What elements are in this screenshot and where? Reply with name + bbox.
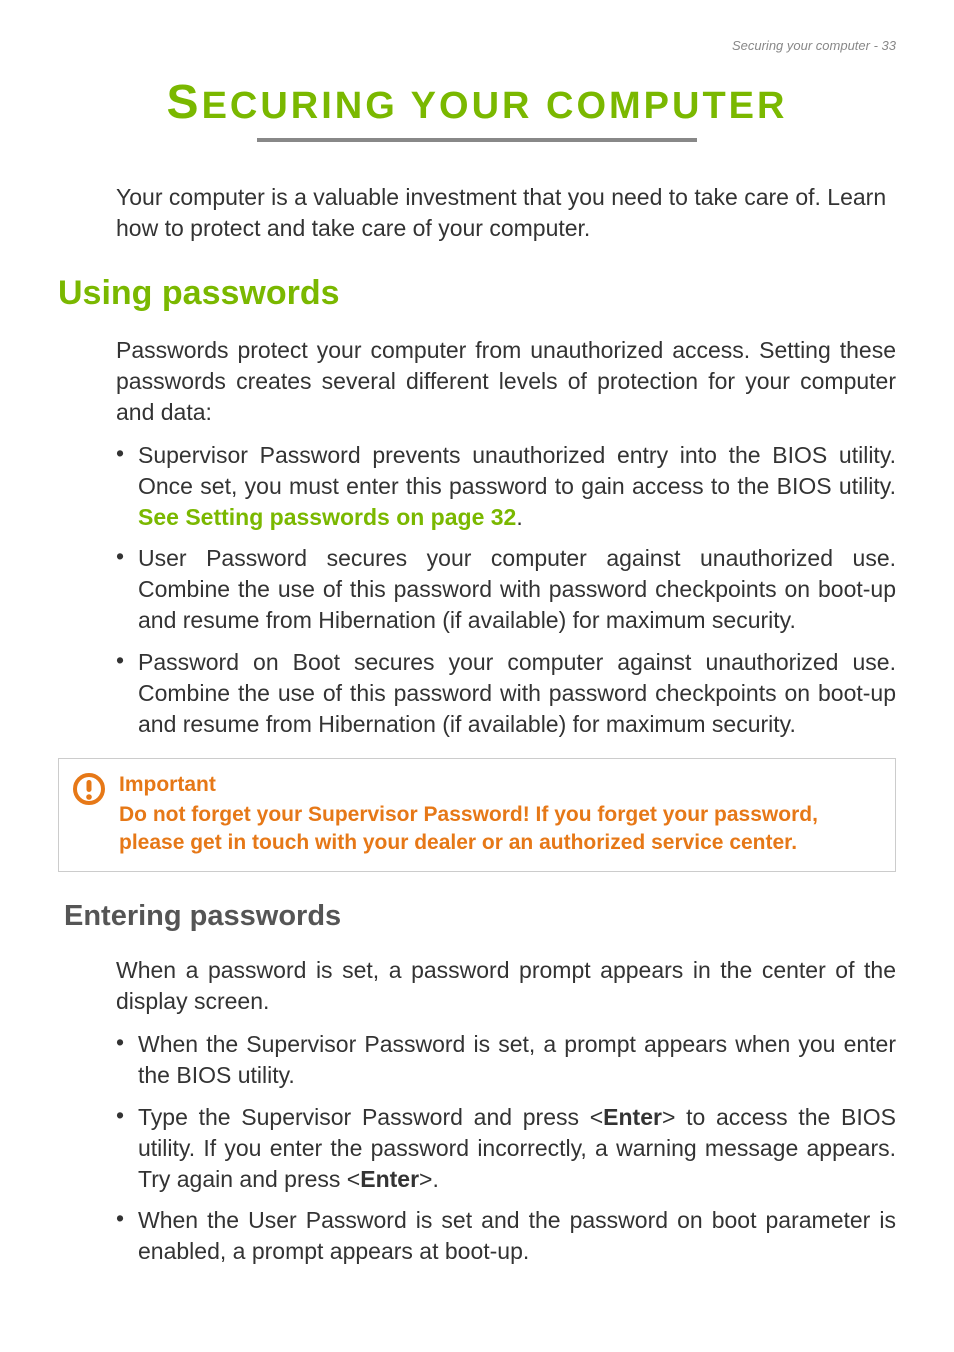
enter-key-label: Enter xyxy=(360,1166,419,1192)
list-item: • Type the Supervisor Password and press… xyxy=(116,1102,896,1195)
bullet-text: When the Supervisor Password is set, a p… xyxy=(138,1029,896,1091)
bullet-text: Supervisor Password prevents unauthorize… xyxy=(138,440,896,533)
title-first-letter: S xyxy=(167,76,202,129)
list-item: • User Password secures your computer ag… xyxy=(116,543,896,636)
list-item: • Supervisor Password prevents unauthori… xyxy=(116,440,896,533)
intro-paragraph: Your computer is a valuable investment t… xyxy=(116,182,896,244)
entering-passwords-heading: Entering passwords xyxy=(64,900,896,933)
bullet-text-pre: Supervisor Password prevents unauthorize… xyxy=(138,442,896,499)
bullet-marker: • xyxy=(116,1029,138,1091)
callout-title: Important xyxy=(119,773,879,797)
page-content: SECURING YOUR COMPUTER Your computer is … xyxy=(0,0,954,1267)
bullet-marker: • xyxy=(116,440,138,533)
bullet-marker: • xyxy=(116,1102,138,1195)
passwords-bullet-list: • Supervisor Password prevents unauthori… xyxy=(116,440,896,739)
list-item: • When the User Password is set and the … xyxy=(116,1205,896,1267)
warning-icon xyxy=(73,773,105,805)
bullet-text-pre: Type the Supervisor Password and press < xyxy=(138,1104,603,1130)
bullet-text: When the User Password is set and the pa… xyxy=(138,1205,896,1267)
entering-passwords-paragraph: When a password is set, a password promp… xyxy=(116,955,896,1017)
bullet-text: Password on Boot secures your computer a… xyxy=(138,647,896,740)
title-rest: ECURING YOUR COMPUTER xyxy=(202,85,788,127)
callout-text: Do not forget your Supervisor Password! … xyxy=(119,801,879,858)
enter-key-label: Enter xyxy=(603,1104,662,1130)
setting-passwords-link[interactable]: See Setting passwords on page 32 xyxy=(138,504,516,530)
important-callout: Important Do not forget your Supervisor … xyxy=(58,758,896,873)
title-underline xyxy=(257,138,697,142)
bullet-marker: • xyxy=(116,543,138,636)
list-item: • Password on Boot secures your computer… xyxy=(116,647,896,740)
bullet-text-post: . xyxy=(516,504,522,530)
page-header: Securing your computer - 33 xyxy=(732,38,896,53)
list-item: • When the Supervisor Password is set, a… xyxy=(116,1029,896,1091)
bullet-marker: • xyxy=(116,647,138,740)
bullet-marker: • xyxy=(116,1205,138,1267)
bullet-text-post: >. xyxy=(419,1166,439,1192)
main-title: SECURING YOUR COMPUTER xyxy=(58,75,896,130)
using-passwords-heading: Using passwords xyxy=(58,274,896,313)
entering-bullet-list: • When the Supervisor Password is set, a… xyxy=(116,1029,896,1266)
bullet-text: User Password secures your computer agai… xyxy=(138,543,896,636)
using-passwords-paragraph: Passwords protect your computer from una… xyxy=(116,335,896,428)
bullet-text: Type the Supervisor Password and press <… xyxy=(138,1102,896,1195)
